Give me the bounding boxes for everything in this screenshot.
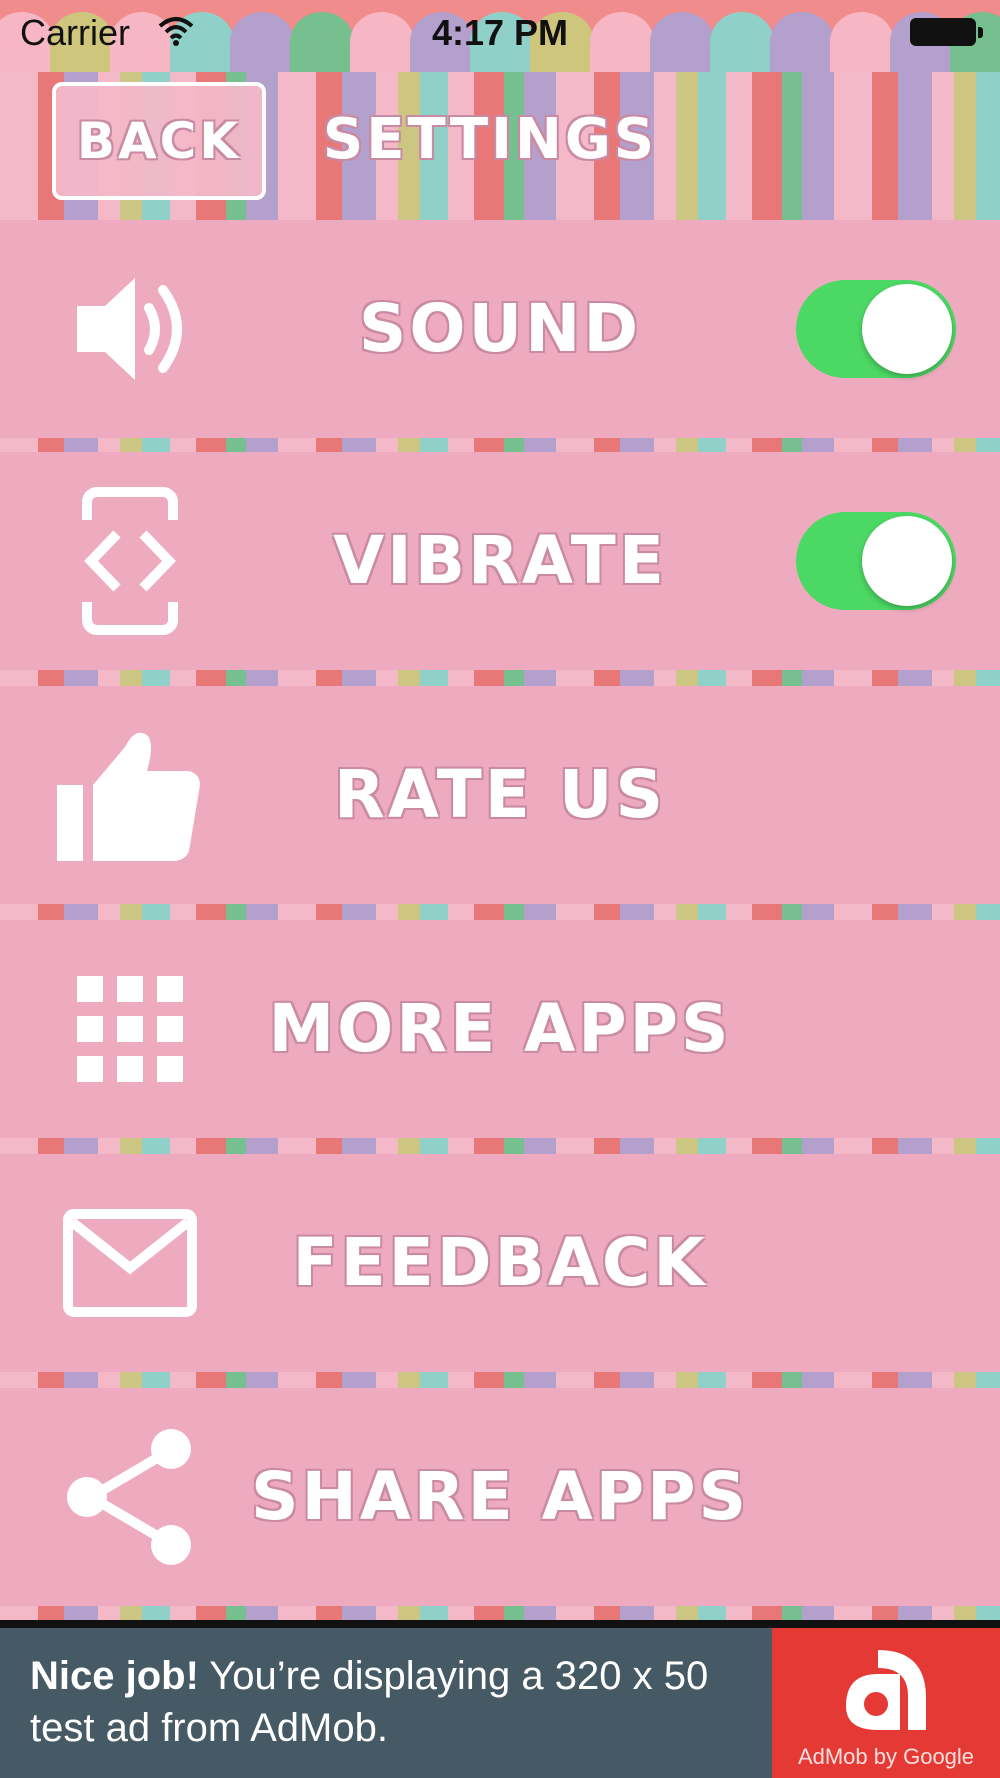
settings-row-sound[interactable]: SOUND: [0, 220, 1000, 438]
back-button-label: BACK: [76, 112, 242, 170]
admob-logo: AdMob by Google: [772, 1628, 1000, 1778]
settings-row-rate-us[interactable]: RATE US: [0, 686, 1000, 904]
toggle-knob: [862, 516, 952, 606]
admob-logo-text: AdMob by Google: [797, 1744, 975, 1769]
admob-icon: [846, 1650, 926, 1730]
admob-test-ad-banner[interactable]: Nice job! You’re displaying a 320 x 50 t…: [0, 1620, 1000, 1778]
row-label-share-apps: SHARE APPS: [250, 1458, 750, 1535]
sound-toggle[interactable]: [796, 280, 956, 378]
settings-row-share-apps[interactable]: SHARE APPS: [0, 1388, 1000, 1606]
status-bar: Carrier 4:17 PM: [0, 0, 1000, 64]
settings-row-more-apps[interactable]: MORE APPS: [0, 920, 1000, 1138]
battery-icon: [910, 18, 983, 46]
page-title: SETTINGS: [322, 107, 658, 172]
status-time: 4:17 PM: [431, 12, 569, 53]
row-label-rate-us: RATE US: [334, 756, 666, 833]
row-label-more-apps: MORE APPS: [268, 990, 732, 1067]
settings-row-feedback[interactable]: FEEDBACK: [0, 1154, 1000, 1372]
row-label-feedback: FEEDBACK: [292, 1224, 708, 1301]
toggle-knob: [862, 284, 952, 374]
settings-row-vibrate[interactable]: VIBRATE: [0, 452, 1000, 670]
vibrate-toggle[interactable]: [796, 512, 956, 610]
back-button[interactable]: BACK: [52, 82, 266, 200]
ad-text: Nice job! You’re displaying a 320 x 50 t…: [30, 1650, 760, 1754]
ad-headline: Nice job!: [30, 1654, 199, 1698]
